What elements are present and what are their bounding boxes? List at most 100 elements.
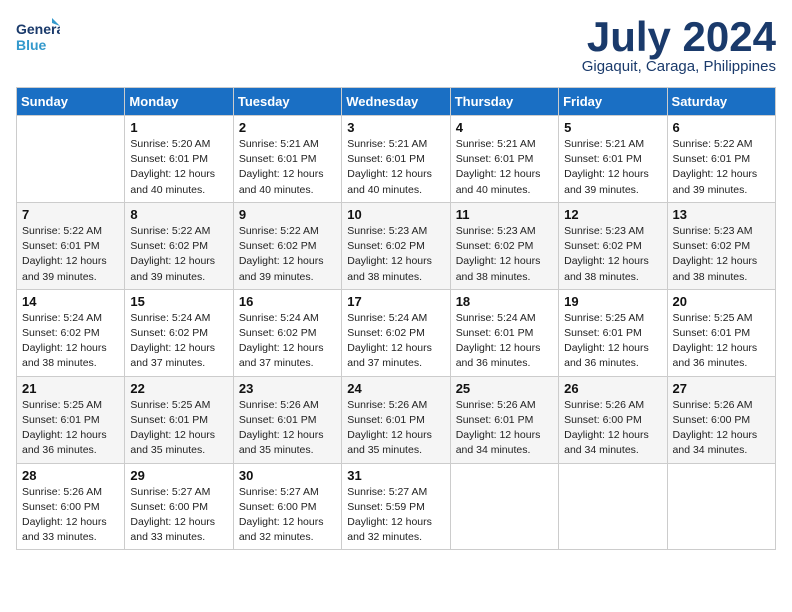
calendar-cell: 29Sunrise: 5:27 AM Sunset: 6:00 PM Dayli… [125,463,233,550]
day-info: Sunrise: 5:25 AM Sunset: 6:01 PM Dayligh… [673,311,770,372]
day-info: Sunrise: 5:26 AM Sunset: 6:01 PM Dayligh… [347,398,444,459]
header-wednesday: Wednesday [342,88,450,116]
day-number: 20 [673,294,770,309]
calendar-cell: 20 Sunrise: 5:25 AM Sunset: 6:01 PM Dayli… [667,289,775,376]
calendar-cell: 8 Sunrise: 5:22 AM Sunset: 6:02 PM Daylig… [125,202,233,289]
header-thursday: Thursday [450,88,558,116]
day-info: Sunrise: 5:26 AM Sunset: 6:01 PM Dayligh… [239,398,336,459]
header-saturday: Saturday [667,88,775,116]
day-number: 26 [564,381,661,396]
calendar-week-5: 28 Sunrise: 5:26 AM Sunset: 6:00 PM Dayli… [17,463,776,550]
day-number: 12 [564,207,661,222]
day-info: Sunrise: 5:25 AM Sunset: 6:01 PM Dayligh… [564,311,661,372]
svg-text:Blue: Blue [16,37,47,53]
day-info: Sunrise: 5:23 AM Sunset: 6:02 PM Dayligh… [673,224,770,285]
day-info: Sunrise: 5:26 AM Sunset: 6:00 PM Dayligh… [564,398,661,459]
day-info: Sunrise: 5:27 AM Sunset: 6:00 PM Dayligh… [130,485,227,546]
calendar-week-1: 1Sunrise: 5:20 AM Sunset: 6:01 PM Daylig… [17,116,776,203]
location: Gigaquit, Caraga, Philippines [582,58,776,75]
day-info: Sunrise: 5:26 AM Sunset: 6:00 PM Dayligh… [673,398,770,459]
day-number: 18 [456,294,553,309]
day-number: 28 [22,468,119,483]
calendar-cell: 9 Sunrise: 5:22 AM Sunset: 6:02 PM Daylig… [233,202,341,289]
calendar-cell: 26 Sunrise: 5:26 AM Sunset: 6:00 PM Dayli… [559,376,667,463]
month-title: July 2024 [582,16,776,58]
day-number: 7 [22,207,119,222]
title-block: July 2024 Gigaquit, Caraga, Philippines [582,16,776,75]
day-info: Sunrise: 5:21 AM Sunset: 6:01 PM Dayligh… [347,137,444,198]
calendar-cell: 3 Sunrise: 5:21 AM Sunset: 6:01 PM Daylig… [342,116,450,203]
day-number: 3 [347,120,444,135]
calendar-cell: 31 Sunrise: 5:27 AM Sunset: 5:59 PM Dayli… [342,463,450,550]
day-number: 14 [22,294,119,309]
day-number: 4 [456,120,553,135]
day-number: 5 [564,120,661,135]
day-number: 2 [239,120,336,135]
day-info: Sunrise: 5:24 AM Sunset: 6:01 PM Dayligh… [456,311,553,372]
day-number: 22 [130,381,227,396]
day-number: 24 [347,381,444,396]
day-info: Sunrise: 5:24 AM Sunset: 6:02 PM Dayligh… [22,311,119,372]
day-number: 11 [456,207,553,222]
day-info: Sunrise: 5:21 AM Sunset: 6:01 PM Dayligh… [456,137,553,198]
calendar-cell [17,116,125,203]
day-info: Sunrise: 5:22 AM Sunset: 6:02 PM Dayligh… [239,224,336,285]
day-info: Sunrise: 5:27 AM Sunset: 5:59 PM Dayligh… [347,485,444,546]
day-info: Sunrise: 5:21 AM Sunset: 6:01 PM Dayligh… [239,137,336,198]
day-number: 30 [239,468,336,483]
calendar-cell: 19 Sunrise: 5:25 AM Sunset: 6:01 PM Dayli… [559,289,667,376]
day-info: Sunrise: 5:26 AM Sunset: 6:00 PM Dayligh… [22,485,119,546]
calendar-cell: 11 Sunrise: 5:23 AM Sunset: 6:02 PM Dayli… [450,202,558,289]
calendar-cell: 2 Sunrise: 5:21 AM Sunset: 6:01 PM Daylig… [233,116,341,203]
calendar-cell: 23 Sunrise: 5:26 AM Sunset: 6:01 PM Dayli… [233,376,341,463]
day-number: 27 [673,381,770,396]
day-info: Sunrise: 5:27 AM Sunset: 6:00 PM Dayligh… [239,485,336,546]
calendar-cell: 21 Sunrise: 5:25 AM Sunset: 6:01 PM Dayli… [17,376,125,463]
day-number: 19 [564,294,661,309]
day-info: Sunrise: 5:26 AM Sunset: 6:01 PM Dayligh… [456,398,553,459]
day-number: 9 [239,207,336,222]
calendar-cell: 6Sunrise: 5:22 AM Sunset: 6:01 PM Daylig… [667,116,775,203]
header-tuesday: Tuesday [233,88,341,116]
day-info: Sunrise: 5:21 AM Sunset: 6:01 PM Dayligh… [564,137,661,198]
calendar-cell: 1Sunrise: 5:20 AM Sunset: 6:01 PM Daylig… [125,116,233,203]
calendar-cell: 18 Sunrise: 5:24 AM Sunset: 6:01 PM Dayli… [450,289,558,376]
day-number: 21 [22,381,119,396]
day-info: Sunrise: 5:23 AM Sunset: 6:02 PM Dayligh… [456,224,553,285]
day-info: Sunrise: 5:25 AM Sunset: 6:01 PM Dayligh… [22,398,119,459]
calendar-cell: 7Sunrise: 5:22 AM Sunset: 6:01 PM Daylig… [17,202,125,289]
calendar-cell: 13Sunrise: 5:23 AM Sunset: 6:02 PM Dayli… [667,202,775,289]
calendar-cell [450,463,558,550]
day-number: 8 [130,207,227,222]
calendar-week-3: 14 Sunrise: 5:24 AM Sunset: 6:02 PM Dayli… [17,289,776,376]
header-sunday: Sunday [17,88,125,116]
day-info: Sunrise: 5:24 AM Sunset: 6:02 PM Dayligh… [347,311,444,372]
calendar-cell: 27 Sunrise: 5:26 AM Sunset: 6:00 PM Dayli… [667,376,775,463]
calendar-cell: 25Sunrise: 5:26 AM Sunset: 6:01 PM Dayli… [450,376,558,463]
calendar-cell: 24 Sunrise: 5:26 AM Sunset: 6:01 PM Dayli… [342,376,450,463]
calendar-cell [559,463,667,550]
day-info: Sunrise: 5:20 AM Sunset: 6:01 PM Dayligh… [130,137,227,198]
day-info: Sunrise: 5:23 AM Sunset: 6:02 PM Dayligh… [347,224,444,285]
day-info: Sunrise: 5:22 AM Sunset: 6:02 PM Dayligh… [130,224,227,285]
day-info: Sunrise: 5:23 AM Sunset: 6:02 PM Dayligh… [564,224,661,285]
day-number: 6 [673,120,770,135]
day-number: 16 [239,294,336,309]
calendar-cell: 30 Sunrise: 5:27 AM Sunset: 6:00 PM Dayli… [233,463,341,550]
calendar-table: SundayMondayTuesdayWednesdayThursdayFrid… [16,87,776,550]
logo-svg: General Blue [16,16,60,56]
day-info: Sunrise: 5:25 AM Sunset: 6:01 PM Dayligh… [130,398,227,459]
day-number: 10 [347,207,444,222]
header-friday: Friday [559,88,667,116]
day-number: 23 [239,381,336,396]
calendar-week-4: 21 Sunrise: 5:25 AM Sunset: 6:01 PM Dayli… [17,376,776,463]
day-number: 31 [347,468,444,483]
calendar-header-row: SundayMondayTuesdayWednesdayThursdayFrid… [17,88,776,116]
day-info: Sunrise: 5:24 AM Sunset: 6:02 PM Dayligh… [130,311,227,372]
day-info: Sunrise: 5:24 AM Sunset: 6:02 PM Dayligh… [239,311,336,372]
calendar-cell: 14 Sunrise: 5:24 AM Sunset: 6:02 PM Dayli… [17,289,125,376]
calendar-cell: 10 Sunrise: 5:23 AM Sunset: 6:02 PM Dayli… [342,202,450,289]
calendar-week-2: 7Sunrise: 5:22 AM Sunset: 6:01 PM Daylig… [17,202,776,289]
logo: General Blue [16,16,60,56]
calendar-cell: 5 Sunrise: 5:21 AM Sunset: 6:01 PM Daylig… [559,116,667,203]
